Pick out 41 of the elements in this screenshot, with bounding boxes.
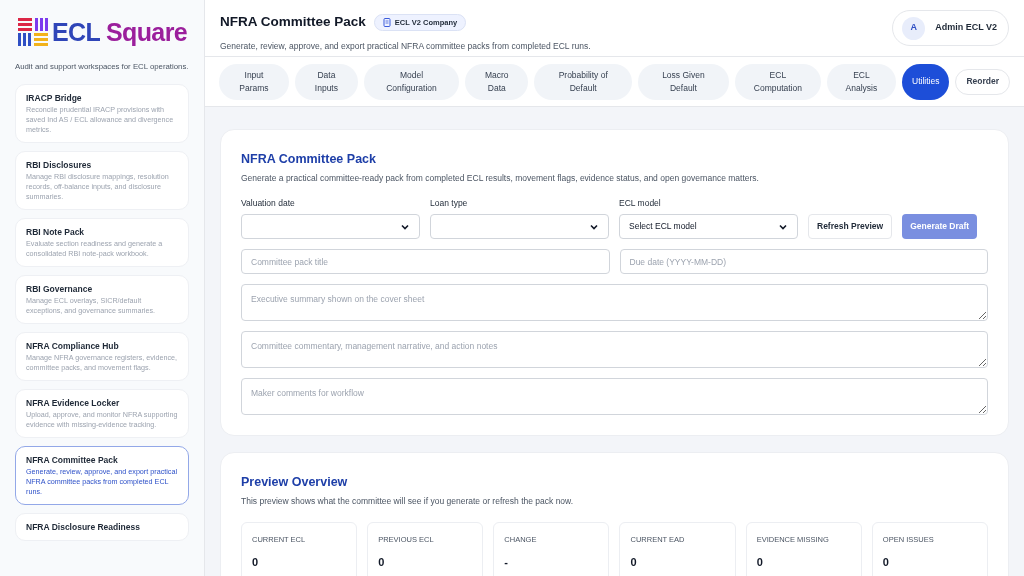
section-description: This preview shows what the committee will see if you generate or refresh the pack now. <box>241 495 575 508</box>
nav-tab[interactable]: Macro Data <box>465 63 529 100</box>
nav-tab[interactable]: Data Inputs <box>294 63 358 100</box>
nav-tab[interactable]: ECL Computation <box>734 63 821 100</box>
text-area[interactable]: Maker comments for workflow <box>241 378 988 416</box>
metric-value: - <box>504 555 509 570</box>
section-title: NFRA Committee Pack <box>241 151 377 168</box>
page-title: NFRA Committee Pack <box>220 13 366 31</box>
select-field[interactable] <box>430 214 609 240</box>
section-description: Generate a practical committee-ready pack from completed ECL results, movement flags, evidence status, and open governance matters. <box>241 171 760 185</box>
nav-tab[interactable]: Loss Given Default <box>637 63 729 100</box>
metric-value: 0 <box>378 555 386 570</box>
metric-value: 0 <box>630 555 638 570</box>
select-field[interactable] <box>241 214 420 240</box>
metric-value: 0 <box>252 555 260 570</box>
user-name: Admin ECL V2 <box>935 21 997 35</box>
section-title: Preview Overview <box>241 474 349 492</box>
refresh-preview-button[interactable]: Refresh Preview <box>808 214 893 240</box>
avatar: A <box>902 16 926 40</box>
select-field[interactable]: Select ECL model <box>619 214 798 240</box>
field-label: Loan type <box>430 196 469 210</box>
text-field[interactable]: Due date (YYYY-MM-DD) <box>619 249 988 275</box>
logo-text: ECL Square <box>52 19 188 45</box>
page-subtitle: Generate, review, approve, and export practical NFRA committee packs from completed ECL runs. <box>220 40 591 53</box>
field-label: ECL model <box>619 196 662 210</box>
metric-value: 0 <box>882 555 890 570</box>
reorder-button[interactable]: Reorder <box>955 68 1010 95</box>
nav-tab[interactable]: Probability of Default <box>534 63 632 100</box>
nav-tab[interactable]: Utilities <box>902 63 950 100</box>
metric-value: 0 <box>756 555 764 570</box>
field-label: Valuation date <box>241 196 296 210</box>
document-icon <box>382 17 391 27</box>
text-area[interactable]: Executive summary shown on the cover sheet <box>241 284 988 322</box>
nav-tab[interactable]: ECL Analysis <box>826 63 896 100</box>
text-field[interactable]: Committee pack title <box>241 249 610 275</box>
logo-icon <box>18 18 48 46</box>
text-area[interactable]: Committee commentary, management narrative, and action notes <box>241 331 988 369</box>
user-menu[interactable]: A Admin ECL V2 <box>892 10 1009 46</box>
nav-tab[interactable]: Input Params <box>219 63 289 100</box>
nav-tab[interactable]: Model Configuration <box>363 63 460 100</box>
sidebar-item[interactable]: NFRA Disclosure Readiness <box>15 513 189 541</box>
